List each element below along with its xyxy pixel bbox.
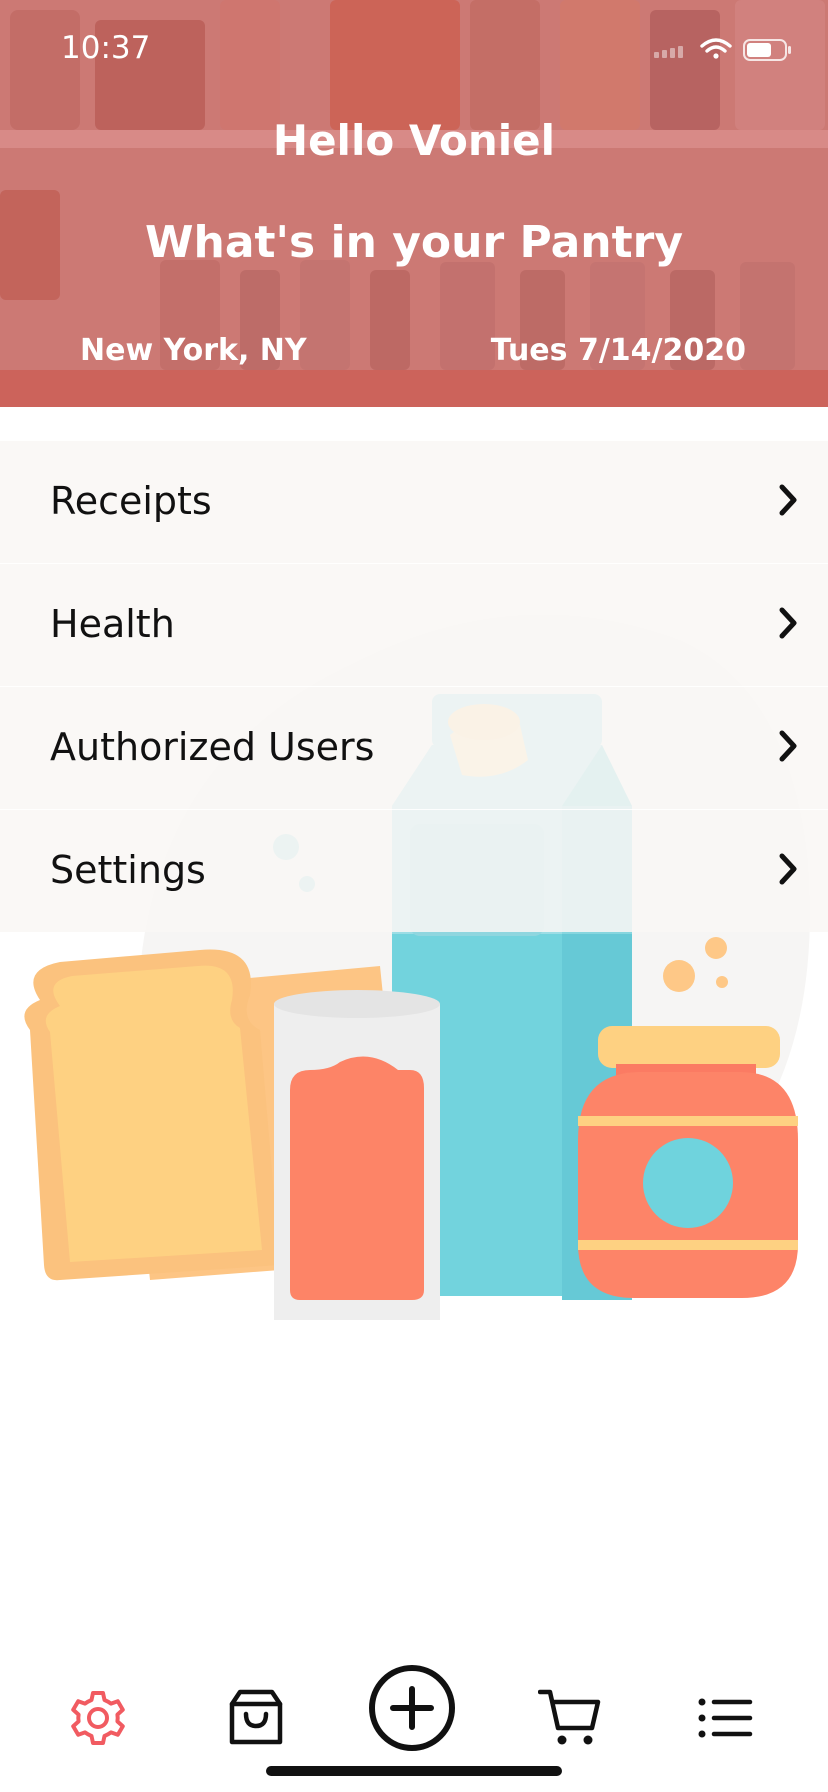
chevron-right-icon xyxy=(779,484,797,516)
list-icon xyxy=(698,1698,753,1738)
shopping-bag-icon xyxy=(229,1689,283,1745)
home-indicator xyxy=(266,1766,562,1776)
chevron-right-icon xyxy=(779,730,797,762)
bubble-decoration xyxy=(716,976,728,988)
bottom-tab-bar xyxy=(0,1660,828,1770)
signal-icon xyxy=(654,46,683,58)
status-icons xyxy=(654,38,791,61)
wifi-icon xyxy=(700,38,732,59)
tab-cart[interactable] xyxy=(530,1678,610,1758)
bubble-decoration xyxy=(705,937,727,959)
menu-item-health[interactable]: Health xyxy=(0,563,828,686)
battery-icon xyxy=(743,39,791,61)
settings-menu: Receipts Health Authorized Users Setting… xyxy=(0,440,828,932)
pantry-title: What's in your Pantry xyxy=(144,217,684,268)
header-banner: 10:37 Hello Voniel What's in your Pantry… xyxy=(0,0,828,407)
add-circle-icon xyxy=(369,1665,455,1751)
tab-settings[interactable] xyxy=(58,1678,138,1758)
menu-item-settings[interactable]: Settings xyxy=(0,809,828,932)
bubble-decoration xyxy=(663,960,695,992)
menu-item-label: Settings xyxy=(50,848,206,892)
menu-item-receipts[interactable]: Receipts xyxy=(0,440,828,563)
gear-icon xyxy=(71,1691,125,1745)
tab-list[interactable] xyxy=(686,1678,766,1758)
chevron-right-icon xyxy=(779,607,797,639)
location-label: New York, NY xyxy=(80,333,307,368)
status-time: 10:37 xyxy=(61,30,151,66)
jar-lid-icon xyxy=(598,1026,780,1068)
greeting-text: Hello Voniel xyxy=(272,116,556,165)
tab-add[interactable] xyxy=(366,1662,458,1754)
menu-item-label: Health xyxy=(50,602,175,646)
chevron-right-icon xyxy=(779,853,797,885)
cart-icon xyxy=(538,1689,601,1745)
menu-item-label: Receipts xyxy=(50,479,212,523)
date-label: Tues 7/14/2020 xyxy=(490,333,746,368)
menu-item-authorized-users[interactable]: Authorized Users xyxy=(0,686,828,809)
tab-pantry[interactable] xyxy=(216,1678,296,1758)
menu-item-label: Authorized Users xyxy=(50,725,375,769)
